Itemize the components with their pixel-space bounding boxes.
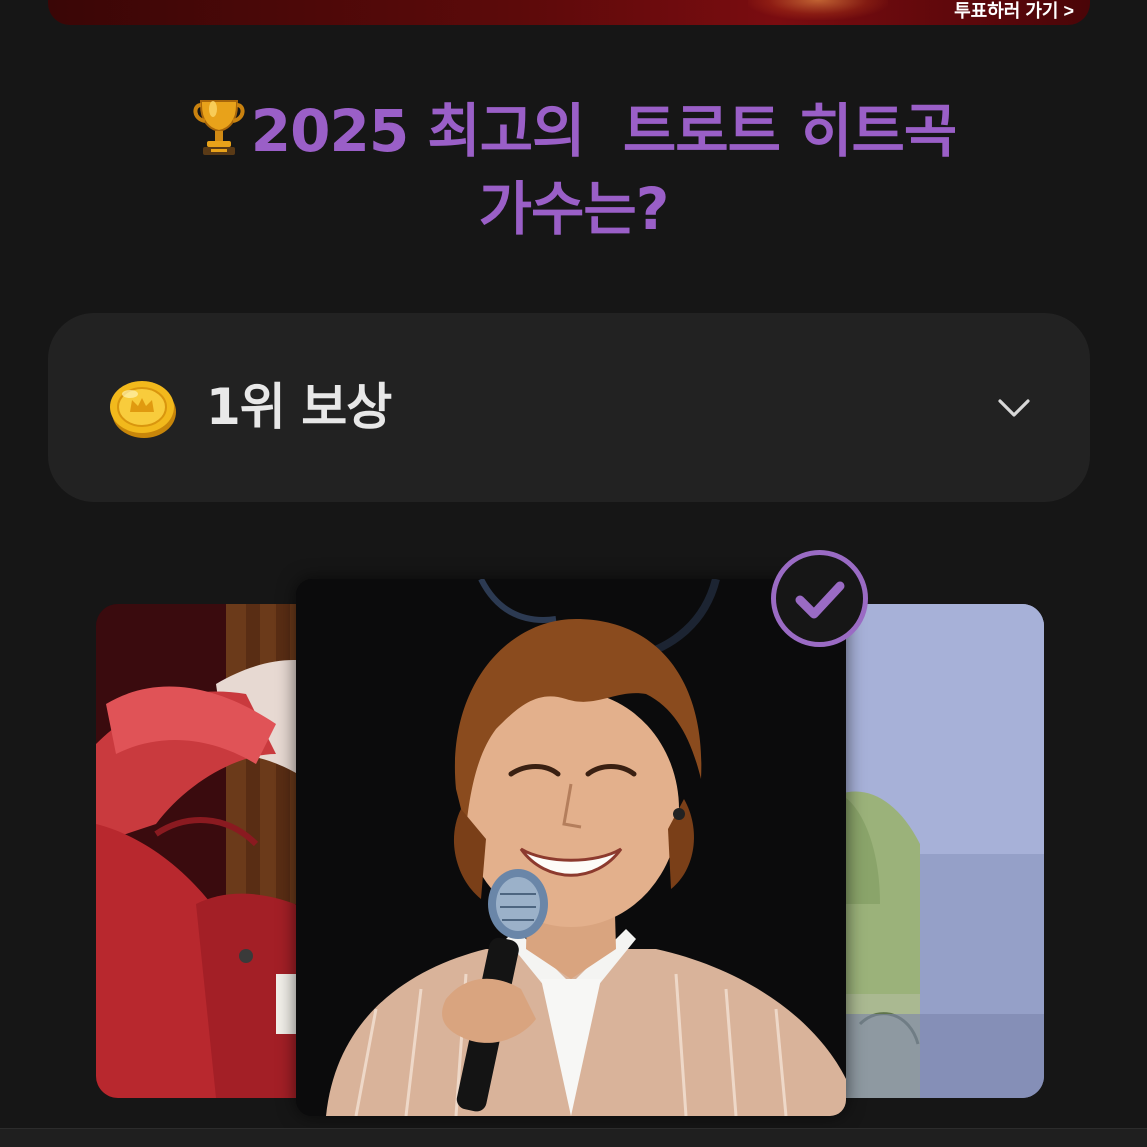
title-line-2: 가수는? xyxy=(478,175,670,243)
chevron-down-icon[interactable] xyxy=(996,391,1032,425)
page-title: 2025 최고의 트로트 히트곡 가수는? xyxy=(0,92,1147,248)
coin-icon xyxy=(110,381,176,438)
banner-sparkle xyxy=(748,0,888,20)
title-line-1: 2025 최고의 트로트 히트곡 xyxy=(0,92,1147,170)
reward-accordion[interactable]: 1위 보상 xyxy=(48,313,1090,502)
candidate-card-center[interactable] xyxy=(296,579,846,1116)
trophy-icon xyxy=(193,100,245,155)
singer-photo-microphone xyxy=(296,579,846,1116)
banner-link[interactable]: 투표하러 가기 > xyxy=(954,0,1074,23)
event-banner[interactable]: 투표하러 가기 > xyxy=(48,0,1090,25)
title-text-1: 2025 최고의 트로트 히트곡 xyxy=(250,97,957,165)
vote-page: 투표하러 가기 > 2025 최고의 트로트 히트곡 가수는? 1위 보상 xyxy=(0,0,1147,1147)
reward-label: 1위 보상 xyxy=(206,378,392,436)
bottom-bar xyxy=(0,1128,1147,1147)
check-circle-icon xyxy=(771,550,868,647)
